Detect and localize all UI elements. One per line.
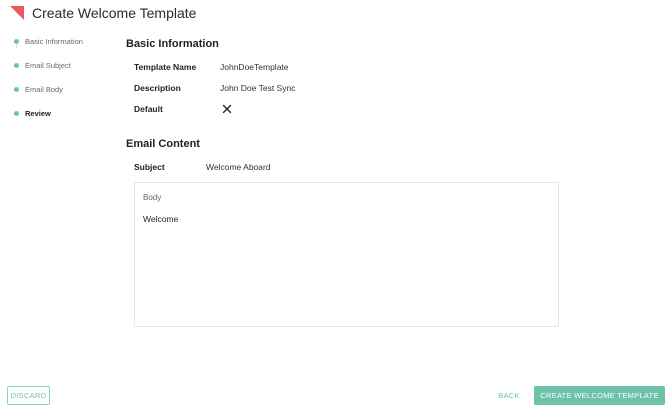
- subject-value: Welcome Aboard: [206, 162, 271, 172]
- page-title: Create Welcome Template: [32, 5, 197, 21]
- step-review[interactable]: Review: [14, 101, 114, 125]
- body-label: Body: [143, 193, 162, 202]
- step-dot-icon: [14, 110, 19, 116]
- template-name-value: JohnDoeTemplate: [220, 62, 289, 72]
- description-label: Description: [134, 83, 181, 93]
- step-label: Review: [25, 108, 51, 118]
- email-body-preview: Body Welcome: [134, 182, 559, 327]
- email-content-title: Email Content: [126, 138, 200, 150]
- subject-label: Subject: [134, 162, 165, 172]
- description-value: John Doe Test Sync: [220, 83, 296, 93]
- stepper: Basic Information Email Subject Email Bo…: [14, 29, 114, 125]
- default-label: Default: [134, 104, 163, 114]
- step-dot-icon: [14, 86, 19, 92]
- create-welcome-template-button[interactable]: CREATE WELCOME TEMPLATE: [534, 386, 665, 405]
- step-label: Email Body: [25, 84, 63, 94]
- step-dot-icon: [14, 38, 19, 44]
- subject-row: Subject: [134, 160, 165, 174]
- page-header: Create Welcome Template: [10, 3, 196, 23]
- basic-information-title: Basic Information: [126, 38, 219, 50]
- create-welcome-template-page: Create Welcome Template Basic Informatio…: [0, 0, 670, 411]
- body-text: Welcome: [143, 214, 179, 224]
- default-row: Default: [134, 102, 163, 116]
- step-dot-icon: [14, 62, 19, 68]
- description-row: Description: [134, 81, 181, 95]
- close-icon: [222, 104, 232, 114]
- template-name-row: Template Name: [134, 60, 196, 74]
- step-label: Email Subject: [25, 60, 71, 70]
- logo-icon: [10, 6, 24, 20]
- step-basic-information[interactable]: Basic Information: [14, 29, 114, 53]
- discard-button[interactable]: DISCARD: [7, 386, 50, 405]
- step-email-body[interactable]: Email Body: [14, 77, 114, 101]
- step-connector: [16, 44, 17, 48]
- step-label: Basic Information: [25, 36, 83, 46]
- template-name-label: Template Name: [134, 62, 197, 72]
- back-button[interactable]: BACK: [494, 386, 524, 405]
- step-email-subject[interactable]: Email Subject: [14, 53, 114, 77]
